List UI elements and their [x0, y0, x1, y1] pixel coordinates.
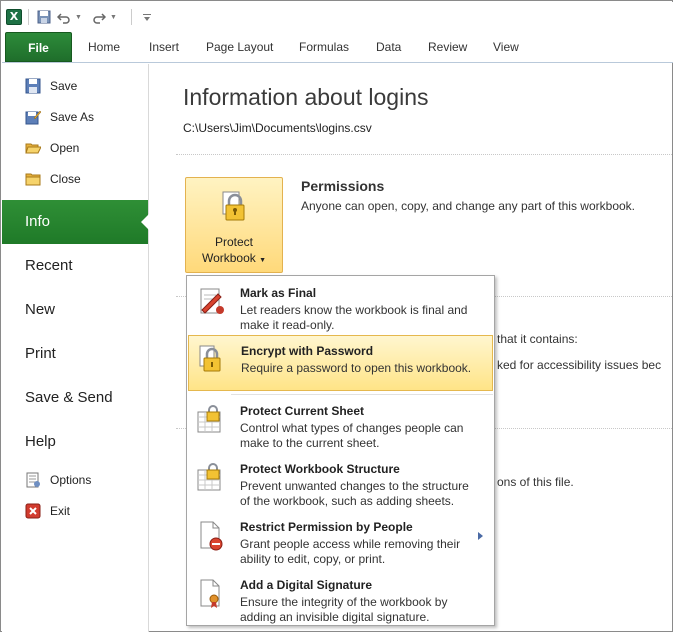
- permissions-desc: Anyone can open, copy, and change any pa…: [301, 199, 635, 213]
- tab-page-layout[interactable]: Page Layout: [206, 32, 273, 62]
- menu-item-desc: Prevent unwanted changes to the structur…: [240, 479, 469, 508]
- protect-workbook-menu: Mark as Final Let readers know the workb…: [186, 275, 495, 626]
- nav-info[interactable]: Info: [2, 200, 149, 244]
- redo-dropdown-icon[interactable]: ▼: [110, 14, 117, 21]
- ribbon-tabs: File Home Insert Page Layout Formulas Da…: [2, 32, 673, 63]
- nav-options[interactable]: Options: [2, 464, 148, 495]
- lock-key-icon: [219, 190, 251, 227]
- folder-close-icon: [25, 171, 41, 187]
- nav-save[interactable]: Save: [2, 70, 148, 101]
- menu-item-encrypt-with-password[interactable]: Encrypt with Password Require a password…: [188, 335, 493, 391]
- save-as-icon: [25, 109, 42, 125]
- menu-item-title: Protect Current Sheet: [240, 404, 365, 418]
- save-icon: [25, 78, 41, 94]
- permissions-title: Permissions: [301, 178, 385, 194]
- protect-workbook-button[interactable]: Protect Workbook ▼: [185, 177, 283, 273]
- menu-item-title: Protect Workbook Structure: [240, 462, 400, 476]
- tab-review[interactable]: Review: [428, 32, 467, 62]
- toolbar-divider: [28, 9, 29, 25]
- menu-item-restrict-permission[interactable]: Restrict Permission by People Grant peop…: [188, 512, 493, 568]
- versions-text: ons of this file.: [497, 475, 574, 489]
- menu-item-desc: Grant people access while removing their…: [240, 537, 461, 566]
- tab-formulas[interactable]: Formulas: [299, 32, 349, 62]
- file-path: C:\Users\Jim\Documents\logins.csv: [183, 121, 372, 135]
- menu-item-title: Mark as Final: [240, 286, 317, 300]
- options-icon: [25, 472, 41, 488]
- nav-save-label: Save: [50, 78, 78, 93]
- nav-exit[interactable]: Exit: [2, 495, 148, 526]
- folder-open-icon: [25, 140, 42, 156]
- protect-workbook-label: Protect Workbook ▼: [186, 234, 282, 269]
- menu-item-desc: Let readers know the workbook is final a…: [240, 303, 468, 332]
- menu-item-title: Restrict Permission by People: [240, 520, 413, 534]
- toolbar-divider: [130, 9, 132, 25]
- undo-dropdown-icon[interactable]: ▼: [75, 14, 82, 21]
- protect-label-line1: Protect: [214, 235, 253, 249]
- nav-save-as[interactable]: Save As: [2, 101, 148, 132]
- menu-item-title: Encrypt with Password: [241, 344, 374, 358]
- tab-home[interactable]: Home: [88, 32, 120, 62]
- prepare-text-2: ked for accessibility issues bec: [497, 358, 662, 372]
- nav-save-send[interactable]: Save & Send: [2, 376, 148, 420]
- digital-signature-icon: [196, 578, 228, 610]
- restrict-permission-icon: [196, 520, 228, 552]
- menu-item-desc: Require a password to open this workbook…: [241, 361, 472, 375]
- menu-item-protect-current-sheet[interactable]: Protect Current Sheet Control what types…: [188, 396, 493, 452]
- protect-label-line2: Workbook ▼: [186, 250, 282, 269]
- undo-icon[interactable]: [55, 8, 73, 26]
- nav-options-label: Options: [50, 472, 92, 487]
- nav-open[interactable]: Open: [2, 132, 148, 163]
- menu-item-protect-workbook-structure[interactable]: Protect Workbook Structure Prevent unwan…: [188, 454, 493, 510]
- workbook-lock-icon: [196, 462, 228, 494]
- protect-label-text: Workbook: [201, 251, 256, 265]
- tab-file[interactable]: File: [5, 32, 72, 62]
- nav-help[interactable]: Help: [2, 420, 148, 464]
- menu-item-mark-as-final[interactable]: Mark as Final Let readers know the workb…: [188, 278, 493, 334]
- customize-icon[interactable]: [138, 8, 156, 26]
- quick-access-toolbar: X ▼ ▼: [2, 2, 673, 32]
- nav-close[interactable]: Close: [2, 163, 148, 194]
- nav-new[interactable]: New: [2, 288, 148, 332]
- divider: [176, 154, 673, 155]
- sheet-lock-icon: [196, 404, 228, 436]
- nav-print[interactable]: Print: [2, 332, 148, 376]
- tab-view[interactable]: View: [493, 32, 519, 62]
- nav-exit-label: Exit: [50, 503, 71, 518]
- menu-item-desc: Control what types of changes people can…: [240, 421, 464, 450]
- menu-item-desc: Ensure the integrity of the workbook by …: [240, 595, 448, 624]
- page-title: Information about logins: [183, 84, 429, 110]
- nav-close-label: Close: [50, 171, 81, 186]
- submenu-arrow-icon: [478, 532, 483, 540]
- menu-separator: [231, 394, 493, 395]
- prepare-text-1: that it contains:: [497, 332, 578, 346]
- nav-open-label: Open: [50, 140, 80, 155]
- backstage-nav: Save Save As Open Close Info Recent New …: [2, 64, 149, 632]
- redo-icon[interactable]: [90, 8, 108, 26]
- lock-key-icon: [197, 344, 229, 376]
- save-icon[interactable]: [35, 8, 53, 26]
- excel-icon[interactable]: X: [6, 9, 22, 25]
- exit-icon: [25, 503, 41, 519]
- tab-insert[interactable]: Insert: [149, 32, 179, 62]
- tab-data[interactable]: Data: [376, 32, 401, 62]
- excel-window: X ▼ ▼ File Home Insert Page Layout Formu…: [0, 0, 673, 632]
- menu-item-title: Add a Digital Signature: [240, 578, 373, 592]
- menu-item-add-digital-signature[interactable]: Add a Digital Signature Ensure the integ…: [188, 570, 493, 626]
- nav-recent[interactable]: Recent: [2, 244, 148, 288]
- nav-save-as-label: Save As: [50, 109, 95, 124]
- mark-final-icon: [196, 286, 228, 318]
- chevron-down-icon: ▼: [259, 257, 267, 264]
